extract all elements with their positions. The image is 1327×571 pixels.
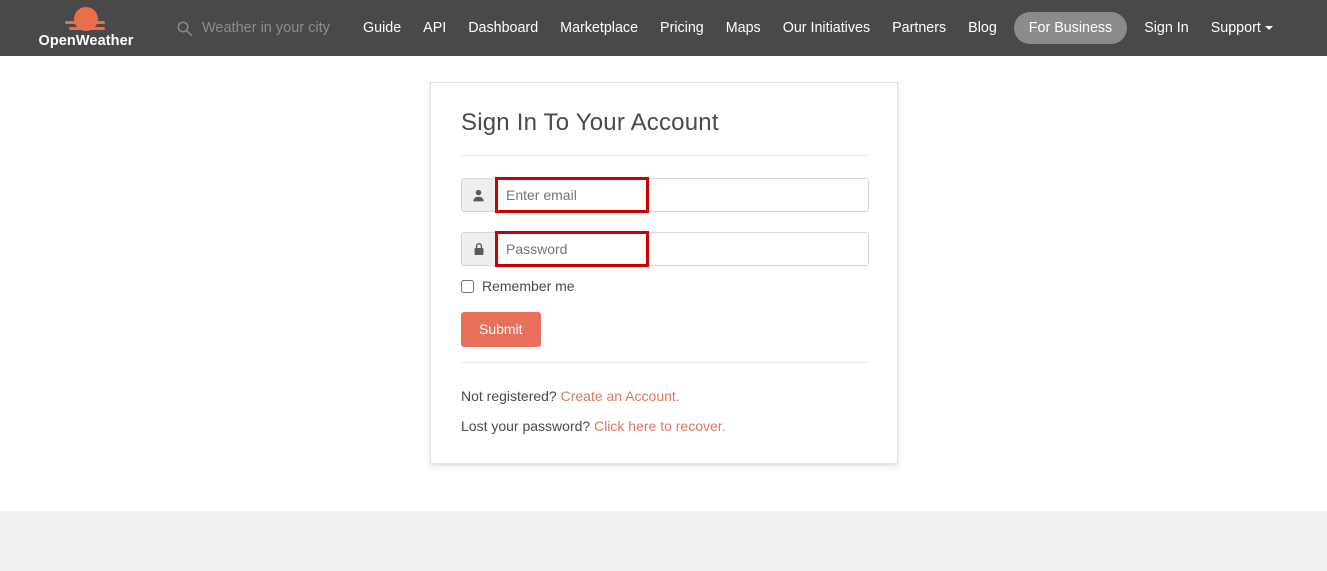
nav-link-dashboard[interactable]: Dashboard [457,0,549,56]
nav-link-support-label: Support [1210,20,1261,36]
search-input[interactable] [202,20,330,36]
brand-name: OpenWeather [38,33,134,50]
not-registered-row: Not registered? Create an Account. [461,388,680,404]
page-title: Sign In To Your Account [461,109,719,136]
password-input-group [461,232,869,266]
lost-password-text: Lost your password? [461,418,591,434]
sun-cloud-icon [63,7,109,33]
top-navigation-bar: OpenWeather Guide API Dashboard Marketpl… [0,0,1327,56]
divider-bottom [461,362,869,363]
remember-me-row[interactable]: Remember me [461,278,575,294]
not-registered-text: Not registered? [461,388,557,404]
lost-password-row: Lost your password? Click here to recove… [461,418,726,434]
nav-link-for-business[interactable]: For Business [1013,11,1128,45]
create-account-link[interactable]: Create an Account. [561,388,680,404]
city-search[interactable] [176,13,330,43]
nav-link-blog[interactable]: Blog [957,0,1008,56]
nav-link-our-initiatives[interactable]: Our Initiatives [772,0,881,56]
submit-button[interactable]: Submit [461,312,541,347]
page-body: Sign In To Your Account Enter email Reme… [0,56,1327,511]
chevron-down-icon [1264,26,1273,31]
footer-band [0,511,1327,571]
remember-me-label: Remember me [482,278,575,294]
user-icon [461,178,495,212]
nav-link-marketplace[interactable]: Marketplace [549,0,649,56]
sign-in-card: Sign In To Your Account Enter email Reme… [430,82,898,464]
nav-link-pricing[interactable]: Pricing [649,0,715,56]
nav-link-maps[interactable]: Maps [715,0,772,56]
nav-link-guide[interactable]: Guide [352,0,412,56]
lock-icon [461,232,495,266]
email-field[interactable] [495,178,869,212]
search-icon [176,20,193,37]
nav-link-sign-in[interactable]: Sign In [1133,0,1200,56]
nav-link-partners[interactable]: Partners [881,0,957,56]
openweather-logo[interactable]: OpenWeather [32,2,140,54]
password-field[interactable] [495,232,869,266]
email-input-group [461,178,869,212]
nav-link-support[interactable]: Support [1200,0,1284,56]
nav-link-api[interactable]: API [412,0,457,56]
nav-links: Guide API Dashboard Marketplace Pricing … [352,0,1284,56]
recover-password-link[interactable]: Click here to recover. [594,418,726,434]
divider-top [461,155,869,156]
remember-me-checkbox[interactable] [461,279,474,293]
